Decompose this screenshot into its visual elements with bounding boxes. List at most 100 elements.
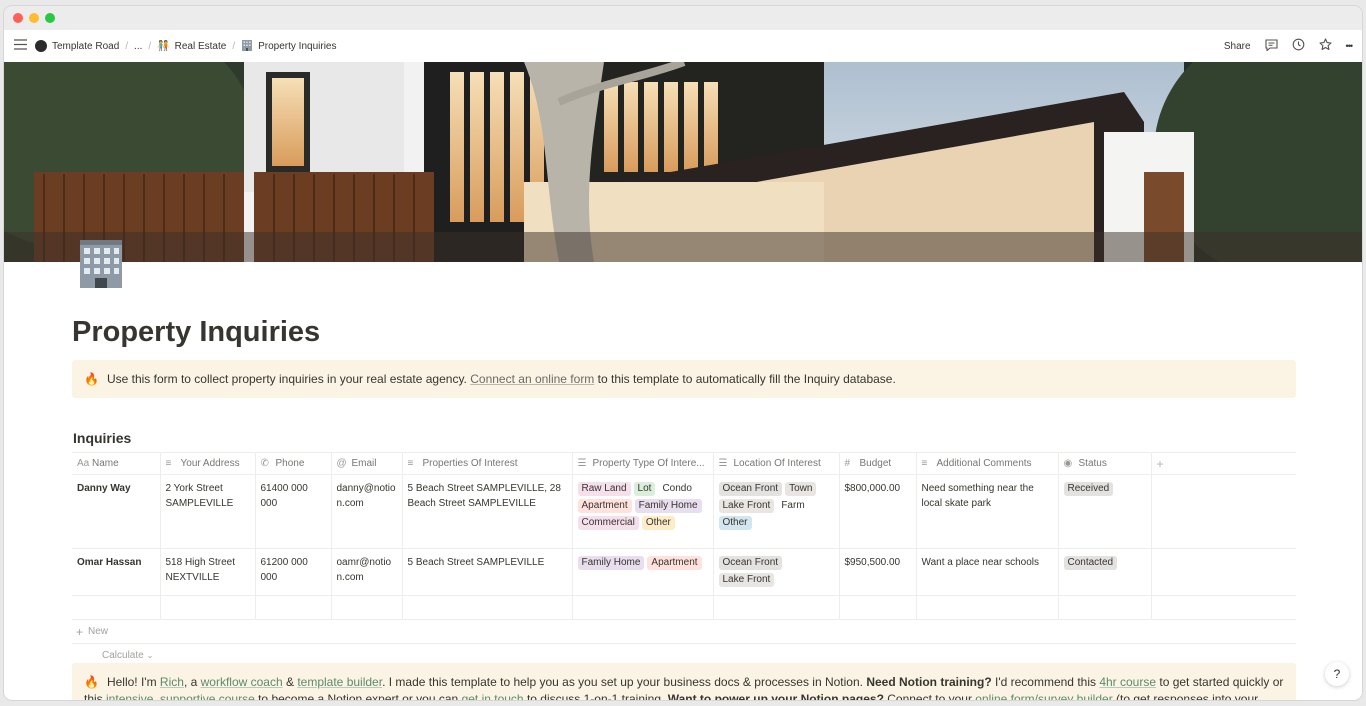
tag: Farm	[777, 499, 809, 513]
cell-phone[interactable]: 61200 000 000	[255, 548, 332, 596]
help-button[interactable]: ?	[1325, 662, 1349, 686]
cell-phone[interactable]: 61400 000 000	[255, 474, 332, 549]
callout-text-part: to become a Notion expert or you can	[254, 692, 462, 700]
inquiries-table: Aa Name ≡ Your Address ✆ Phone @ Email ≡ Prop…	[72, 452, 1296, 620]
column-header-property-type[interactable]: ☰ Property Type Of Intere...	[572, 452, 714, 475]
cell-email[interactable]: oamr@notion.com	[331, 548, 403, 596]
plus-icon: +	[1156, 456, 1164, 471]
cell-name[interactable]: Omar Hassan	[72, 548, 161, 596]
column-header-status[interactable]: ◉ Status	[1058, 452, 1152, 475]
cell-address[interactable]: 518 High Street NEXTVILLE	[160, 548, 256, 596]
intensive-course-link[interactable]: intensive, supportive course	[106, 692, 255, 700]
maximize-window-button[interactable]	[45, 13, 55, 23]
office-building-icon[interactable]	[74, 236, 128, 290]
cell-empty	[713, 595, 840, 620]
column-header-budget[interactable]: # Budget	[839, 452, 917, 475]
database-title[interactable]: Inquiries	[72, 430, 1296, 446]
cell-property-types[interactable]: Family Home Apartment	[572, 548, 714, 596]
star-favorite-icon[interactable]	[1318, 38, 1332, 54]
address-value: 518 High Street NEXTVILLE	[165, 557, 236, 583]
tag: Lot	[633, 482, 656, 496]
cell-empty	[1151, 595, 1296, 620]
column-label: Property Type Of Intere...	[592, 458, 705, 469]
empty-row[interactable]	[72, 595, 1296, 620]
workflow-coach-link[interactable]: workflow coach	[201, 675, 283, 689]
avatar-icon	[35, 40, 47, 52]
budget-value: $800,000.00	[844, 483, 901, 494]
cell-comments[interactable]: Need something near the local skate park	[916, 474, 1059, 549]
breadcrumb-item-ellipsis[interactable]: ...	[134, 41, 142, 52]
more-options-button[interactable]: •••	[1346, 41, 1354, 51]
column-header-properties[interactable]: ≡ Properties Of Interest	[402, 452, 573, 475]
people-emoji-icon: 🧑‍🤝‍🧑	[157, 40, 170, 52]
cell-properties[interactable]: 5 Beach Street SAMPLEVILLE	[402, 548, 573, 596]
breadcrumb-label: Property Inquiries	[258, 40, 337, 52]
callout-bold-text: Need Notion training?	[866, 675, 992, 689]
column-label: Location Of Interest	[733, 458, 821, 469]
column-label: Phone	[275, 458, 305, 469]
table-row[interactable]: Omar Hassan 518 High Street NEXTVILLE 6120…	[72, 548, 1296, 596]
tag: Commercial	[577, 516, 639, 530]
cell-address[interactable]: 2 York Street SAMPLEVILLE	[160, 474, 256, 549]
cell-empty	[160, 595, 256, 620]
column-header-name[interactable]: Aa Name	[72, 452, 161, 475]
phone-icon: ✆	[260, 458, 269, 469]
breadcrumb-item-real-estate[interactable]: 🧑‍🤝‍🧑 Real Estate	[157, 41, 226, 52]
cell-empty	[572, 595, 714, 620]
history-clock-icon[interactable]	[1292, 38, 1305, 54]
tag: Condo	[658, 482, 696, 496]
course-link[interactable]: 4hr course	[1099, 675, 1156, 689]
column-label: Properties Of Interest	[422, 458, 518, 469]
template-builder-link[interactable]: template builder	[297, 675, 382, 689]
text-lines-icon: ≡	[165, 458, 172, 469]
new-row-button[interactable]: + New	[72, 620, 1296, 644]
get-in-touch-link[interactable]: get in touch	[462, 692, 524, 700]
column-header-address[interactable]: ≡ Your Address	[160, 452, 256, 475]
minimize-window-button[interactable]	[29, 13, 39, 23]
cell-locations[interactable]: Ocean Front Lake Front	[713, 548, 840, 596]
add-column-button[interactable]: +	[1151, 452, 1296, 475]
column-header-location[interactable]: ☰ Location Of Interest	[713, 452, 840, 475]
breadcrumb-item-template-road[interactable]: Template Road	[35, 40, 119, 52]
address-value: 2 York Street SAMPLEVILLE	[165, 483, 234, 509]
callout-text-part: &	[282, 675, 298, 689]
table-row[interactable]: Danny Way 2 York Street SAMPLEVILLE 61400 …	[72, 474, 1296, 549]
callout-text-part: , a	[183, 675, 201, 689]
page-title[interactable]: Property Inquiries	[72, 316, 1296, 349]
column-header-phone[interactable]: ✆ Phone	[255, 452, 332, 475]
comment-icon[interactable]	[1264, 38, 1278, 54]
cell-status[interactable]: Contacted	[1058, 548, 1152, 596]
cell-locations[interactable]: Ocean Front Town Lake Front Farm Other	[713, 474, 840, 549]
app-window: Template Road / ... / 🧑‍🤝‍🧑 Real Estate …	[4, 6, 1362, 700]
name-value: Omar Hassan	[77, 557, 142, 568]
online-form-link[interactable]: online form/survey builder	[975, 692, 1112, 700]
tag: Apartment	[577, 499, 632, 513]
share-button[interactable]: Share	[1224, 41, 1251, 52]
breadcrumb-label: Template Road	[52, 40, 120, 52]
cell-empty	[1058, 595, 1152, 620]
text-type-icon: Aa	[77, 458, 90, 469]
breadcrumb: Template Road / ... / 🧑‍🤝‍🧑 Real Estate …	[35, 39, 336, 54]
column-header-comments[interactable]: ≡ Additional Comments	[916, 452, 1059, 475]
cell-budget[interactable]: $800,000.00	[839, 474, 917, 549]
callout-text-part: I'd recommend this	[991, 675, 1100, 689]
cell-property-types[interactable]: Raw Land Lot Condo Apartment Family Home Comm…	[572, 474, 714, 549]
at-sign-icon: @	[336, 458, 347, 469]
cell-email[interactable]: danny@notion.com	[331, 474, 403, 549]
column-header-email[interactable]: @ Email	[331, 452, 403, 475]
close-window-button[interactable]	[13, 13, 23, 23]
cell-comments[interactable]: Want a place near schools	[916, 548, 1059, 596]
cell-properties[interactable]: 5 Beach Street SAMPLEVILLE, 28 Beach Str…	[402, 474, 573, 549]
cell-budget[interactable]: $950,500.00	[839, 548, 917, 596]
breadcrumb-label: ...	[134, 40, 143, 52]
sidebar-toggle-icon[interactable]	[14, 39, 27, 53]
breadcrumb-item-property-inquiries[interactable]: Property Inquiries	[241, 39, 336, 54]
rich-link[interactable]: Rich	[160, 675, 184, 689]
column-label: Additional Comments	[936, 458, 1032, 469]
fire-emoji-icon: 🔥	[84, 675, 99, 689]
connect-online-form-link[interactable]: Connect an online form	[470, 372, 594, 386]
cell-name[interactable]: Danny Way	[72, 474, 161, 549]
status-badge: Contacted	[1063, 556, 1118, 570]
cell-empty	[255, 595, 332, 620]
cell-status[interactable]: Received	[1058, 474, 1152, 549]
